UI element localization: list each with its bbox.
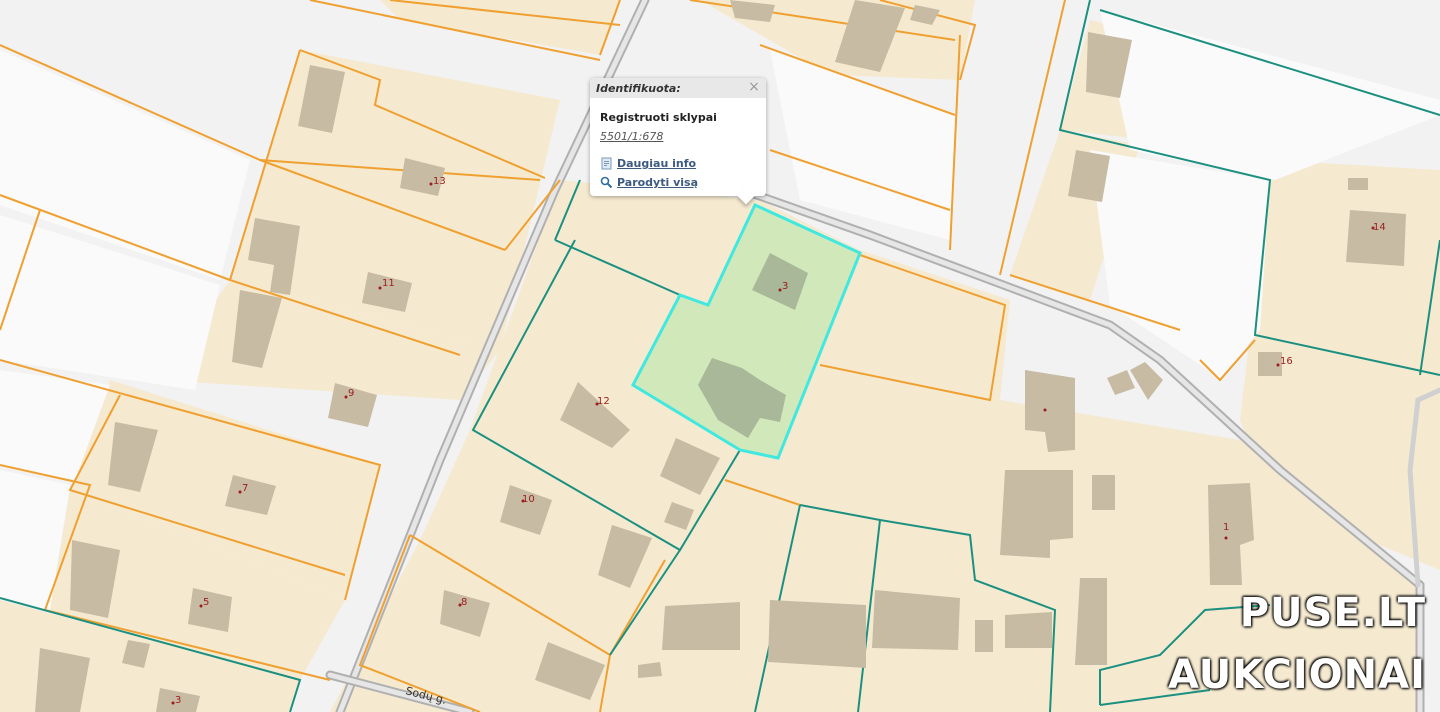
house-number-label: 1	[1223, 522, 1229, 533]
document-icon	[601, 157, 612, 170]
show-all-link[interactable]: Parodyti visą	[600, 176, 698, 189]
house-number-label: 5	[203, 597, 209, 608]
house-number-label: 11	[382, 278, 395, 289]
show-all-label: Parodyti visą	[617, 176, 698, 189]
house-number-label: 8	[461, 597, 467, 608]
house-number-label: 3	[782, 281, 788, 292]
close-icon[interactable]: ×	[746, 79, 762, 95]
identify-popup: Identifikuota: × Registruoti sklypai 550…	[590, 78, 766, 205]
magnifier-icon	[600, 176, 613, 189]
house-number-label: 12	[597, 396, 610, 407]
house-number-label: 9	[348, 388, 354, 399]
popup-title: Identifikuota:	[596, 82, 681, 95]
house-number-label: 14	[1373, 222, 1386, 233]
house-number-label: 10	[522, 494, 535, 505]
house-number-label: 13	[433, 176, 446, 187]
watermark-line-2: AUKCIONAI	[1168, 652, 1426, 698]
house-number-label: 16	[1280, 356, 1293, 367]
more-info-link[interactable]: Daugiau info	[600, 157, 696, 170]
watermark-line-1: PUSE.LT	[1239, 590, 1426, 636]
popup-header: Identifikuota: ×	[590, 78, 766, 98]
more-info-label: Daugiau info	[617, 157, 697, 170]
popup-layer-name: Registruoti sklypai	[600, 111, 717, 124]
house-number-label: 7	[242, 483, 248, 494]
parcel-id-link[interactable]: 5501/1:678	[600, 130, 663, 143]
house-number-label: 3	[175, 695, 181, 706]
